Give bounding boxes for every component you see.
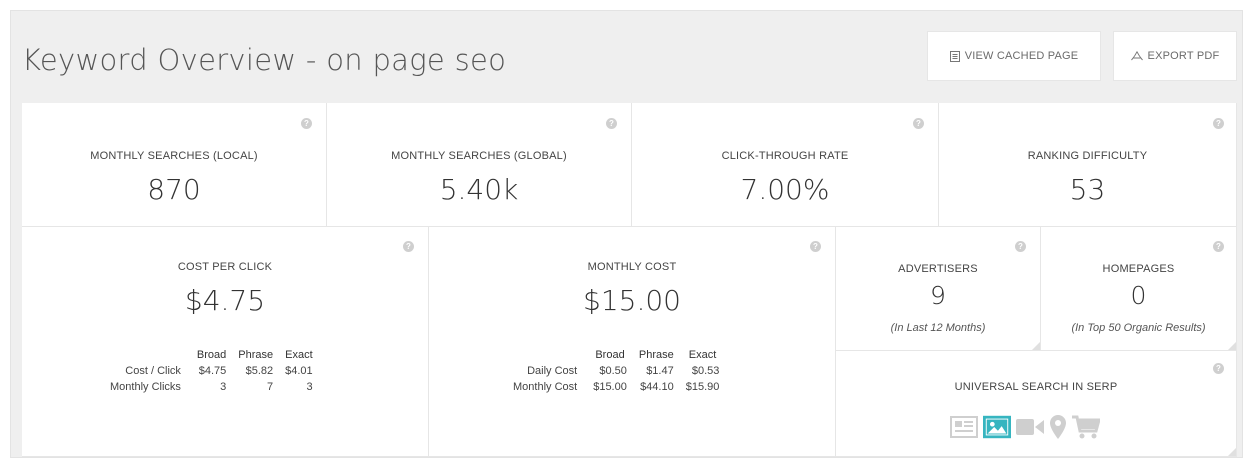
click-through-rate-label: CLICK-THROUGH RATE [721, 150, 849, 162]
page-title: Keyword Overview - on page seo [22, 43, 507, 77]
export-pdf-button[interactable]: EXPORT PDF [1113, 31, 1237, 81]
click-through-rate-value: 7.00% [740, 173, 830, 206]
column-header: Broad [595, 349, 625, 361]
help-icon[interactable]: ? [1213, 363, 1224, 374]
export-pdf-label: EXPORT PDF [1147, 50, 1220, 62]
column-header: Exact [688, 349, 717, 361]
homepages-value: 0 [1130, 281, 1147, 310]
advertisers-label: ADVERTISERS [898, 263, 978, 275]
table-row: Daily Cost $0.50 $1.47 $0.53 [507, 363, 725, 379]
table-cell: 7 [267, 381, 274, 393]
ranking-difficulty-label: RANKING DIFFICULTY [1027, 150, 1148, 162]
table-cell: $5.82 [245, 365, 274, 377]
keyword-overview-panel: Keyword Overview - on page seo VIEW CACH… [10, 10, 1243, 458]
advertisers-note: (In Last 12 Months) [890, 322, 986, 334]
homepages-note: (In Top 50 Organic Results) [1071, 322, 1206, 334]
resize-corner [1228, 342, 1236, 350]
click-through-rate-card: ? CLICK-THROUGH RATE 7.00% [632, 103, 939, 227]
view-cached-page-button[interactable]: VIEW CACHED PAGE [927, 31, 1101, 81]
shopping-cart-icon [1072, 415, 1100, 439]
column-header: Exact [285, 349, 313, 361]
column-header: Phrase [638, 349, 674, 361]
table-cell: 3 [306, 381, 313, 393]
news-icon [950, 415, 978, 439]
column-header: Broad [196, 349, 227, 361]
table-cell: $0.53 [691, 365, 720, 377]
view-cached-page-label: VIEW CACHED PAGE [964, 50, 1079, 62]
homepages-label: HOMEPAGES [1102, 263, 1175, 275]
table-row: Monthly Cost $15.00 $44.10 $15.90 [507, 379, 725, 395]
help-icon[interactable]: ? [1213, 241, 1224, 252]
table-cell: $4.01 [285, 365, 313, 377]
homepages-card: ? HOMEPAGES 0 (In Top 50 Organic Results… [1041, 227, 1237, 351]
help-icon[interactable]: ? [1213, 118, 1224, 129]
help-icon[interactable]: ? [403, 241, 414, 252]
monthly-cost-breakdown-table: Broad Phrase Exact Daily Cost $0.50 $1.4… [507, 347, 725, 395]
resize-corner [1228, 448, 1236, 456]
help-icon[interactable]: ? [913, 118, 924, 129]
monthly-searches-local-label: MONTHLY SEARCHES (LOCAL) [90, 150, 258, 162]
table-cell: $15.90 [685, 381, 720, 393]
monthly-searches-global-card: ? MONTHLY SEARCHES (GLOBAL) 5.40k [327, 103, 632, 227]
monthly-searches-global-value: 5.40k [439, 173, 519, 206]
monthly-searches-global-label: MONTHLY SEARCHES (GLOBAL) [391, 150, 567, 162]
ranking-difficulty-value: 53 [1069, 173, 1106, 206]
row-label: Monthly Clicks [110, 381, 181, 393]
help-icon[interactable]: ? [1015, 241, 1026, 252]
table-cell: $15.00 [593, 381, 627, 393]
table-row: Monthly Clicks 3 7 3 [104, 379, 319, 395]
advertisers-value: 9 [930, 281, 946, 310]
column-header: Phrase [238, 349, 274, 361]
document-icon [949, 50, 960, 62]
help-icon[interactable]: ? [301, 118, 312, 129]
row-label: Cost / Click [125, 365, 181, 377]
universal-search-label: UNIVERSAL SEARCH IN SERP [954, 381, 1118, 393]
help-icon[interactable]: ? [810, 241, 821, 252]
table-cell: 3 [220, 381, 227, 393]
map-pin-icon [1049, 415, 1067, 439]
table-cell: $4.75 [198, 365, 227, 377]
row-label: Daily Cost [527, 365, 578, 377]
cost-per-click-card: ? COST PER CLICK $4.75 Broad Phrase Exac… [22, 227, 429, 457]
resize-corner [1032, 342, 1040, 350]
ranking-difficulty-card: ? RANKING DIFFICULTY 53 [939, 103, 1237, 227]
table-cell: $1.47 [646, 365, 674, 377]
advertisers-card: ? ADVERTISERS 9 (In Last 12 Months) [836, 227, 1041, 351]
table-cell: $44.10 [640, 381, 674, 393]
cost-per-click-label: COST PER CLICK [177, 261, 273, 273]
table-row: Cost / Click $4.75 $5.82 $4.01 [104, 363, 319, 379]
help-icon[interactable]: ? [606, 118, 617, 129]
video-icon [1016, 415, 1044, 439]
monthly-cost-card: ? MONTHLY COST $15.00 Broad Phrase Exact… [429, 227, 836, 457]
monthly-cost-label: MONTHLY COST [587, 261, 677, 273]
monthly-searches-local-value: 870 [147, 173, 201, 206]
pdf-icon [1130, 51, 1143, 61]
table-cell: $0.50 [599, 365, 627, 377]
image-icon [983, 415, 1011, 439]
monthly-cost-value: $15.00 [583, 284, 681, 317]
cost-per-click-value: $4.75 [184, 284, 266, 317]
monthly-searches-local-card: ? MONTHLY SEARCHES (LOCAL) 870 [22, 103, 327, 227]
row-label: Monthly Cost [513, 381, 578, 393]
universal-search-card: ? UNIVERSAL SEARCH IN SERP [836, 351, 1237, 457]
serp-feature-icons [950, 415, 1100, 439]
cost-per-click-breakdown-table: Broad Phrase Exact Cost / Click $4.75 $5… [104, 347, 319, 395]
